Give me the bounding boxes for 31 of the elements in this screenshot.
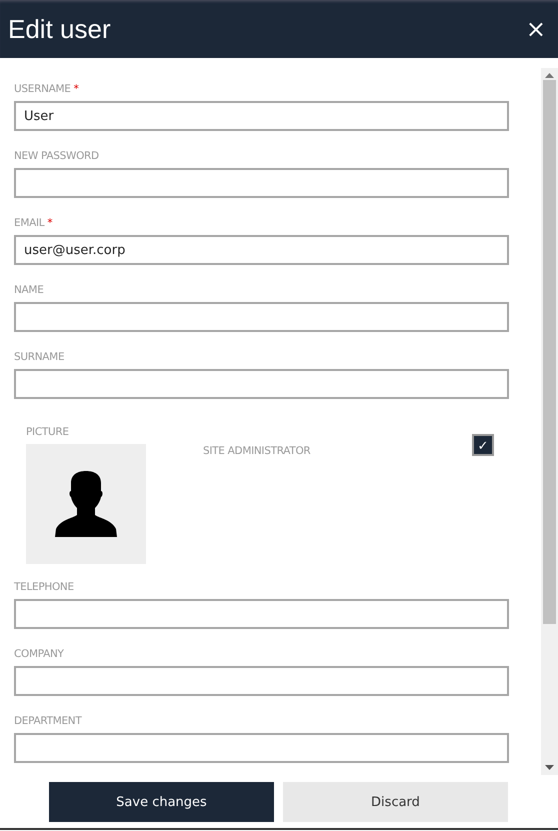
text-field[interactable] [14,168,509,198]
required-mark: * [47,216,52,230]
field-label: DEPARTMENT [14,714,82,728]
field-label: SITE ADMINISTRATOR [203,444,310,458]
field-label: USERNAME [14,82,71,96]
discard-button[interactable]: Discard [283,782,508,822]
text-field[interactable] [14,666,509,696]
field-label: NAME [14,283,44,297]
field-label: EMAIL [14,216,44,230]
required-mark: * [74,82,79,96]
save-button[interactable]: Save changes [49,782,274,822]
scroll-up-icon[interactable] [545,73,554,78]
text-field[interactable]: User [14,101,509,131]
scrollbar[interactable] [541,68,558,775]
text-field[interactable]: user@user.corp [14,235,509,265]
text-field[interactable] [14,733,509,763]
text-field[interactable] [14,302,509,332]
scroll-thumb[interactable] [543,80,556,624]
close-button[interactable]: × [522,15,550,43]
scroll-down-icon[interactable] [545,765,554,770]
text-field[interactable] [14,599,509,629]
field-label: TELEPHONE [14,580,74,594]
window-title: Edit user [8,14,111,44]
text-field[interactable] [14,369,509,399]
person-silhouette-icon [55,471,117,537]
field-label: COMPANY [14,647,64,661]
field-label: SURNAME [14,350,64,364]
field-label: PICTURE [26,425,70,439]
checkbox[interactable]: ✓ [472,434,494,456]
field-label: NEW PASSWORD [14,149,99,163]
avatar-placeholder[interactable] [26,444,146,564]
